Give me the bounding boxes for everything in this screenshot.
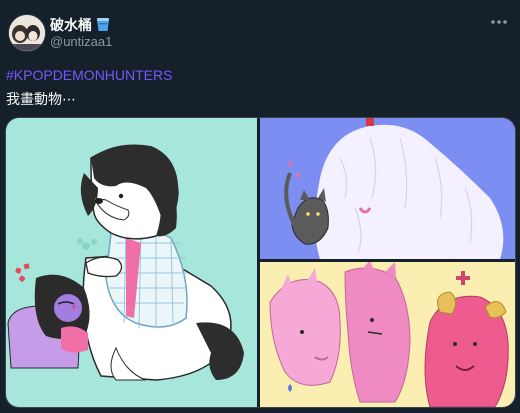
user-handle[interactable]: @untizaa1 bbox=[50, 34, 112, 49]
tweet-header: 破水桶 @untizaa1 bbox=[0, 0, 520, 60]
bucket-icon bbox=[95, 16, 111, 35]
tweet-text: 我畫動物⋯ bbox=[6, 91, 76, 107]
hashtag-text: #KPOPDEMONHUNTERS bbox=[6, 67, 173, 83]
media-panel-fluffy[interactable] bbox=[260, 118, 515, 259]
media-panel-pink[interactable] bbox=[260, 260, 515, 407]
more-options-icon[interactable] bbox=[488, 14, 510, 30]
hashtag-link[interactable]: #KPOPDEMONHUNTERS bbox=[6, 67, 172, 83]
media-panel-dog[interactable] bbox=[6, 118, 257, 407]
display-name[interactable]: 破水桶 bbox=[50, 15, 111, 35]
tweet-media[interactable] bbox=[5, 117, 516, 408]
avatar[interactable] bbox=[8, 14, 46, 52]
display-name-text: 破水桶 bbox=[50, 17, 92, 33]
